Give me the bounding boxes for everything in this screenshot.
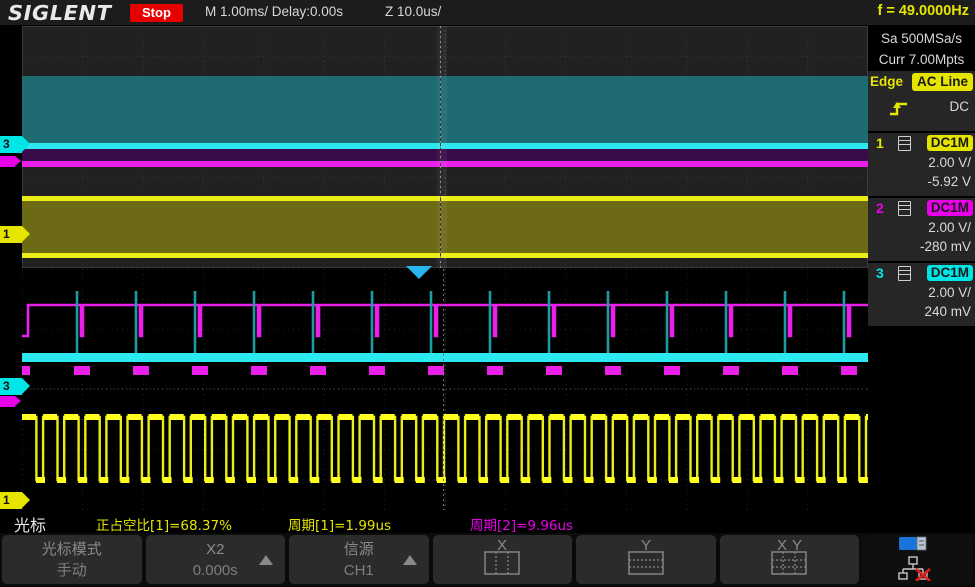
rising-edge-icon: [888, 99, 910, 122]
cursor-mode-button[interactable]: 光标模式 手动: [2, 535, 142, 584]
top-status-bar: SIGLENT Stop M 1.00ms/ Delay:0.00s Z 10.…: [0, 0, 975, 26]
cursor-xy-button[interactable]: X Y: [720, 535, 860, 584]
channel-panel-2[interactable]: 2 DC1M 2.00 V/ -280 mV: [868, 198, 975, 261]
channel-panel-1[interactable]: 1 DC1M 2.00 V/ -5.92 V: [868, 133, 975, 196]
ch1-marker-zoom[interactable]: 1: [0, 492, 22, 509]
cursor-x2-label: X2: [206, 539, 224, 560]
channel-1-coupling[interactable]: DC1M: [927, 135, 973, 151]
channel-1-number: 1: [876, 135, 884, 151]
cursor-mode-value: 手动: [57, 560, 87, 581]
ch1-marker-label-zoom: 1: [3, 493, 10, 507]
main-timebase-label[interactable]: M 1.00ms/ Delay:0.00s: [205, 4, 343, 19]
waveform-display[interactable]: 3 1 3 1: [0, 26, 868, 510]
oscilloscope-screen: SIGLENT Stop M 1.00ms/ Delay:0.00s Z 10.…: [0, 0, 975, 586]
channel-marker-gutter: [0, 26, 22, 510]
measurement-item-2[interactable]: 周期[1]=1.99us: [288, 514, 391, 534]
x-cursor-icon: X: [467, 537, 537, 583]
ch2-marker-main[interactable]: [0, 156, 15, 167]
channel-2-scale[interactable]: 2.00 V/: [928, 220, 971, 235]
xy-cursor-icon: X Y: [754, 537, 824, 583]
trigger-type-label[interactable]: Edge: [870, 74, 903, 89]
channel-1-scale[interactable]: 2.00 V/: [928, 155, 971, 170]
frequency-counter: f = 49.0000Hz: [878, 3, 970, 19]
cursor-source-value: CH1: [344, 560, 374, 581]
bandwidth-icon: [898, 201, 911, 216]
ch1-marker-label-main: 1: [3, 227, 10, 241]
acquisition-info[interactable]: Sa 500MSa/s Curr 7.00Mpts: [868, 26, 975, 70]
channel-2-offset[interactable]: -280 mV: [920, 239, 971, 254]
network-disconnected-icon: [888, 533, 948, 587]
cursor-x-button[interactable]: X: [433, 535, 573, 584]
channel-3-offset[interactable]: 240 mV: [924, 304, 971, 319]
trigger-source-badge[interactable]: AC Line: [912, 73, 973, 91]
cursor-source-button[interactable]: 信源 CH1: [289, 535, 429, 584]
chevron-up-icon: [259, 555, 273, 565]
channel-3-number: 3: [876, 265, 884, 281]
network-status-button[interactable]: [863, 535, 973, 584]
ch3-marker-label-zoom: 3: [3, 379, 10, 393]
sample-rate-label: Sa 500MSa/s: [868, 28, 975, 49]
cursor-x2-button[interactable]: X2 0.000s: [146, 535, 286, 584]
measurement-bar: 光标 正占空比[1]=68.37% 周期[1]=1.99us 周期[2]=9.9…: [0, 510, 975, 533]
bottom-toolbar: 光标模式 手动 X2 0.000s 信源 CH1 X: [0, 533, 975, 586]
ch3-marker-main[interactable]: 3: [0, 136, 22, 153]
cursor-mode-label: 光标模式: [42, 539, 102, 560]
y-cursor-icon: Y: [611, 537, 681, 583]
channel-3-coupling[interactable]: DC1M: [927, 265, 973, 281]
trigger-coupling-label[interactable]: DC: [950, 99, 970, 114]
zoom-region-highlight[interactable]: [437, 26, 447, 268]
trigger-position-line-zoom: [443, 269, 444, 510]
measurement-item-1[interactable]: 正占空比[1]=68.37%: [96, 514, 232, 534]
main-timebase-window[interactable]: [22, 26, 868, 268]
channel-panel-3[interactable]: 3 DC1M 2.00 V/ 240 mV: [868, 263, 975, 326]
ch3-marker-zoom[interactable]: 3: [0, 378, 22, 395]
trigger-arrow-zoom[interactable]: [406, 266, 432, 279]
ch1-marker-main[interactable]: 1: [0, 226, 22, 243]
cursor-y-button[interactable]: Y: [576, 535, 716, 584]
trigger-panel[interactable]: Edge AC Line DC: [868, 71, 975, 131]
memory-depth-label: Curr 7.00Mpts: [868, 49, 975, 70]
chevron-up-icon: [403, 555, 417, 565]
channel-2-number: 2: [876, 200, 884, 216]
zoom-timebase-window[interactable]: [22, 269, 868, 510]
bandwidth-icon: [898, 266, 911, 281]
cursor-x2-value: 0.000s: [193, 560, 238, 581]
cursor-source-label: 信源: [344, 539, 374, 560]
channel-3-scale[interactable]: 2.00 V/: [928, 285, 971, 300]
run-stop-badge[interactable]: Stop: [130, 4, 183, 22]
channel-1-offset[interactable]: -5.92 V: [927, 174, 971, 189]
ch2-marker-zoom[interactable]: [0, 396, 15, 407]
ch3-marker-label-main: 3: [3, 137, 10, 151]
right-sidebar: Sa 500MSa/s Curr 7.00Mpts Edge AC Line D…: [868, 26, 975, 510]
ch1-waveform-zoom: [22, 269, 868, 510]
measurement-item-3[interactable]: 周期[2]=9.96us: [470, 514, 573, 534]
brand-logo: SIGLENT: [8, 1, 111, 25]
channel-2-coupling[interactable]: DC1M: [927, 200, 973, 216]
zoom-timebase-label[interactable]: Z 10.0us/: [385, 4, 441, 19]
bandwidth-icon: [898, 136, 911, 151]
